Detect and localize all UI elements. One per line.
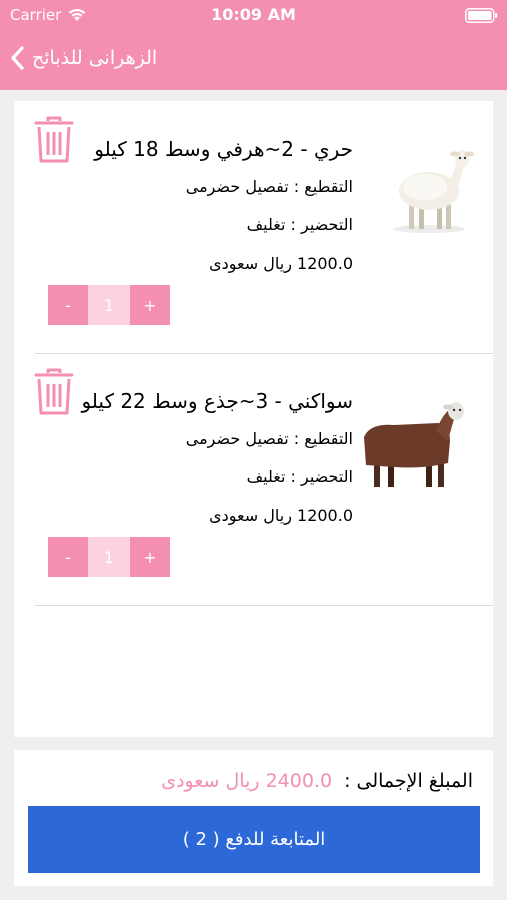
chevron-left-icon: [11, 46, 24, 70]
item-price: 1200.0 ريال سعودى: [209, 254, 353, 273]
item-divider: [35, 605, 493, 606]
decrease-button[interactable]: -: [48, 285, 88, 325]
item-title: حري - 2~هرفي وسط 18 كيلو: [94, 137, 353, 161]
item-price: 1200.0 ريال سعودى: [209, 506, 353, 525]
item-cutting: التقطيع : تفصيل حضرمى: [185, 177, 353, 196]
battery-icon: [465, 8, 498, 23]
item-preparation: التحضير : تغليف: [246, 467, 353, 486]
quantity-value: 1: [88, 285, 130, 325]
white-sheep-image: [393, 150, 474, 233]
trash-icon[interactable]: [33, 115, 75, 165]
quantity-stepper: - 1 +: [48, 285, 170, 325]
nav-title: الزهرانى للذبائح: [32, 47, 158, 69]
trash-icon[interactable]: [33, 367, 75, 417]
cart-item: حري - 2~هرفي وسط 18 كيلو التقطيع : تفصيل…: [14, 101, 493, 353]
total-label: المبلغ الإجمالى :: [344, 770, 473, 792]
increase-button[interactable]: +: [130, 285, 170, 325]
decrease-button[interactable]: -: [48, 537, 88, 577]
total-row: المبلغ الإجمالى : 2400.0 ريال سعودى: [161, 770, 473, 792]
quantity-stepper: - 1 +: [48, 537, 170, 577]
item-title: سواكني - 3~جذع وسط 22 كيلو: [81, 389, 353, 413]
quantity-value: 1: [88, 537, 130, 577]
total-value: 2400.0 ريال سعودى: [161, 770, 333, 792]
cart-item: سواكني - 3~جذع وسط 22 كيلو التقطيع : تفص…: [14, 353, 493, 605]
item-preparation: التحضير : تغليف: [246, 215, 353, 234]
status-bar: Carrier 10:09 AM: [0, 0, 507, 30]
order-summary: المبلغ الإجمالى : 2400.0 ريال سعودى المت…: [14, 750, 493, 886]
back-button[interactable]: الزهرانى للذبائح: [10, 40, 210, 76]
increase-button[interactable]: +: [130, 537, 170, 577]
brown-sheep-image: [364, 402, 464, 487]
cart-list: حري - 2~هرفي وسط 18 كيلو التقطيع : تفصيل…: [14, 101, 493, 737]
app-header: Carrier 10:09 AM الزهرانى للذبائح: [0, 0, 507, 90]
status-time: 10:09 AM: [211, 5, 296, 24]
item-cutting: التقطيع : تفصيل حضرمى: [185, 429, 353, 448]
checkout-button[interactable]: المتابعة للدفع ( 2 ): [28, 806, 480, 873]
